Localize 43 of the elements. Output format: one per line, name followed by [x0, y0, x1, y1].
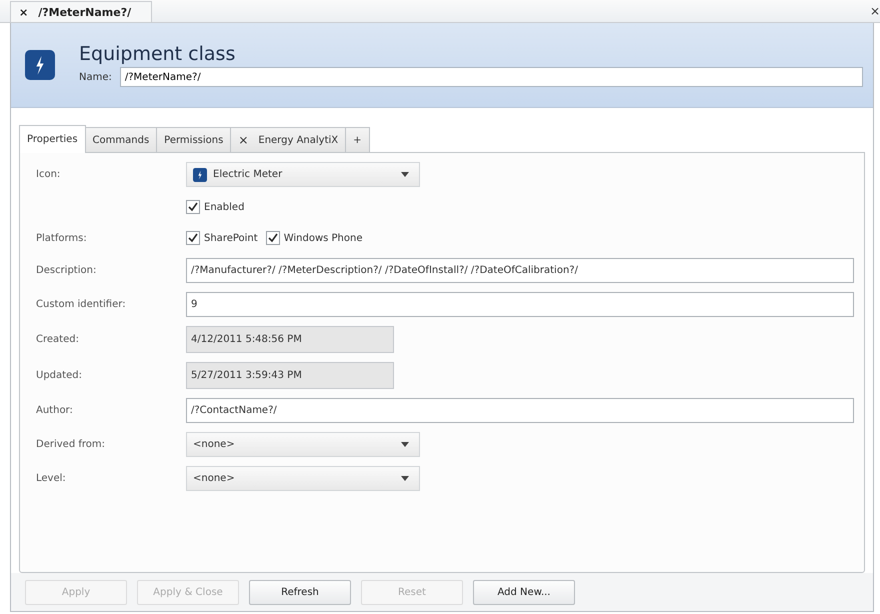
checkmark-icon	[268, 233, 278, 243]
tab[interactable]: Commands	[84, 127, 158, 152]
field-label: Derived from:	[36, 439, 105, 450]
checkbox-label: Windows Phone	[284, 232, 362, 244]
dropdown[interactable]: Electric Meter	[186, 162, 420, 187]
read-only-field[interactable]: 4/12/2011 5:48:56 PM	[186, 326, 394, 353]
text-field[interactable]: 9	[186, 292, 854, 317]
close-button[interactable]: ×	[870, 4, 880, 22]
document-tab[interactable]: × /?MeterName?/	[10, 1, 152, 22]
field-label: Level:	[36, 473, 66, 484]
lightning-icon	[25, 50, 55, 80]
field-label: Description:	[36, 265, 96, 276]
lightning-icon	[193, 168, 207, 182]
tab[interactable]: × Energy AnalytiX	[230, 127, 346, 152]
field-label: Author:	[36, 405, 73, 416]
name-field[interactable]: /?MeterName?/	[120, 67, 863, 87]
button[interactable]: Refresh	[249, 580, 351, 604]
caret-icon	[401, 172, 409, 177]
header-title: Equipment class	[79, 43, 236, 65]
tab[interactable]: +	[345, 127, 370, 152]
checkbox[interactable]	[186, 200, 200, 214]
field-label: Updated:	[36, 370, 82, 381]
text-field[interactable]: /?ContactName?/	[186, 398, 854, 423]
caret-icon	[401, 476, 409, 481]
field-label: Created:	[36, 334, 79, 345]
checkmark-icon	[188, 202, 198, 212]
field-label: Platforms:	[36, 232, 87, 244]
checkbox[interactable]	[186, 231, 200, 245]
read-only-field[interactable]: 5/27/2011 3:59:43 PM	[186, 362, 394, 389]
checkbox-label: SharePoint	[204, 232, 258, 244]
checkbox[interactable]	[266, 231, 280, 245]
button[interactable]: Add New...	[473, 580, 575, 604]
caret-icon	[401, 442, 409, 447]
text-field[interactable]: /?Manufacturer?/ /?MeterDescription?/ /?DateOfInstall?/ /?DateOfCalibration?/	[186, 258, 854, 283]
tab[interactable]: Properties	[19, 125, 86, 153]
checkbox-label: Enabled	[204, 202, 244, 212]
checkmark-icon	[188, 233, 198, 243]
tab[interactable]: Permissions	[156, 127, 232, 152]
field-label: Icon:	[36, 169, 60, 180]
field-label: Name:	[79, 72, 112, 82]
dropdown[interactable]: <none>	[186, 466, 420, 491]
dropdown[interactable]: <none>	[186, 432, 420, 457]
field-label: Custom identifier:	[36, 299, 126, 310]
